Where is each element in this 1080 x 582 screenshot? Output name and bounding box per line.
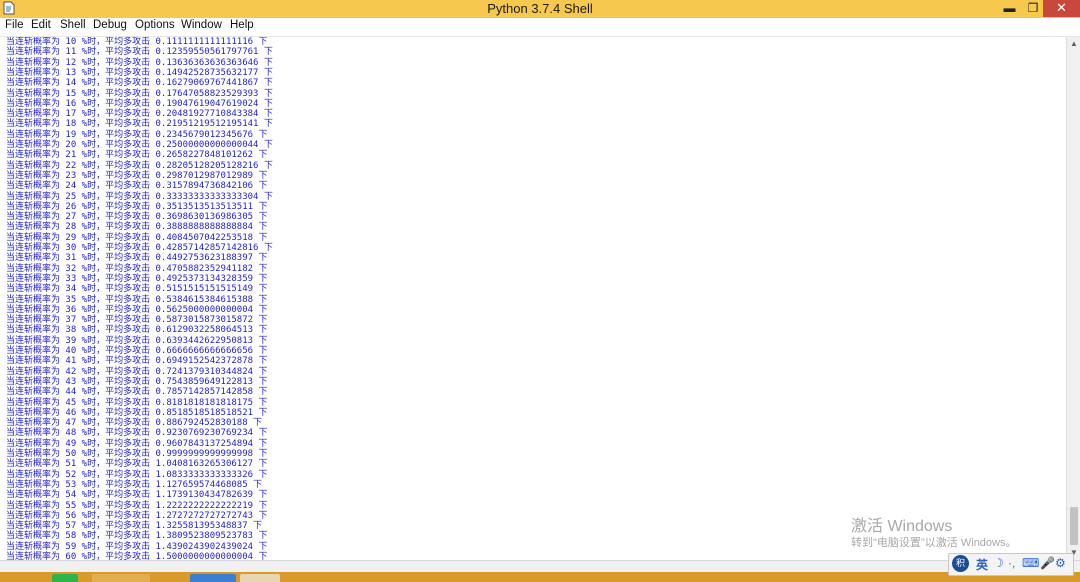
output-line: 当连斩概率为 54 %时，平均多攻击 1.1739130434782639 下 [6,490,268,501]
output-line: 当连斩概率为 29 %时，平均多攻击 0.4084507042253518 下 [6,232,268,243]
punctuation-icon[interactable]: ·, [1008,556,1015,570]
output-line: 当连斩概率为 24 %时，平均多攻击 0.3157894736842106 下 [6,181,268,192]
menu-debug[interactable]: Debug [93,19,127,31]
activation-watermark-title: 激活 Windows [851,518,953,535]
output-line: 当连斩概率为 10 %时，平均多攻击 0.1111111111111116 下 [6,37,268,47]
output-line: 当连斩概率为 59 %时，平均多攻击 1.4390243902439024 下 [6,541,268,552]
taskbar-app-green[interactable] [52,574,78,582]
output-line: 当连斩概率为 32 %时，平均多攻击 0.4705882352941182 下 [6,263,268,274]
output-line: 当连斩概率为 53 %时，平均多攻击 1.127659574468085 下 [6,479,263,490]
maximize-button[interactable]: ❐ [1023,0,1043,17]
output-line: 当连斩概率为 15 %时，平均多攻击 0.17647058823529393 下 [6,88,273,99]
output-line: 当连斩概率为 48 %时，平均多攻击 0.9230769230769234 下 [6,428,268,439]
window-title: Python 3.7.4 Shell [487,1,593,16]
output-line: 当连斩概率为 31 %时，平均多攻击 0.4492753623188397 下 [6,253,268,264]
output-line: 当连斩概率为 27 %时，平均多攻击 0.3698630136986305 下 [6,212,268,223]
output-line: 当连斩概率为 40 %时，平均多攻击 0.6666666666666656 下 [6,346,268,356]
vertical-scrollbar[interactable]: ▲ ▼ [1066,37,1080,560]
output-line: 当连斩概率为 52 %时，平均多攻击 1.0833333333333326 下 [6,469,268,480]
output-line: 当连斩概率为 43 %时，平均多攻击 0.7543859649122813 下 [6,376,268,387]
output-line: 当连斩概率为 45 %时，平均多攻击 0.8181818181818175 下 [6,397,268,408]
output-line: 当连斩概率为 30 %时，平均多攻击 0.42857142857142816 下 [6,243,273,253]
output-line: 当连斩概率为 14 %时，平均多攻击 0.16279069767441867 下 [6,78,273,89]
scroll-thumb[interactable] [1070,507,1078,545]
output-line: 当连斩概率为 49 %时，平均多攻击 0.9607843137254894 下 [6,438,268,449]
menu-bar: File Edit Shell Debug Options Window Hel… [0,18,1080,37]
output-line: 当连斩概率为 20 %时，平均多攻击 0.25000000000000044 下 [6,140,273,150]
output-line: 当连斩概率为 34 %时，平均多攻击 0.5151515151515149 下 [6,284,268,295]
output-line: 当连斩概率为 21 %时，平均多攻击 0.2658227848101262 下 [6,150,268,161]
half-width-icon[interactable]: ☽ [993,556,1004,570]
output-line: 当连斩概率为 37 %时，平均多攻击 0.5873015873015872 下 [6,315,268,326]
keyboard-icon[interactable]: ⌨ [1022,556,1039,570]
output-line: 当连斩概率为 16 %时，平均多攻击 0.19047619047619024 下 [6,98,273,109]
menu-options[interactable]: Options [135,19,175,31]
output-line: 当连斩概率为 17 %时，平均多攻击 0.20481927710843384 下 [6,109,273,120]
menu-shell[interactable]: Shell [60,19,86,31]
output-line: 当连斩概率为 55 %时，平均多攻击 1.2222222222222219 下 [6,500,268,511]
output-line: 当连斩概率为 22 %时，平均多攻击 0.28205128205128216 下 [6,160,273,171]
output-line: 当连斩概率为 35 %时，平均多攻击 0.5384615384615388 下 [6,294,268,305]
output-line: 当连斩概率为 18 %时，平均多攻击 0.21951219512195141 下 [6,119,273,130]
output-line: 当连斩概率为 26 %时，平均多攻击 0.3513513513513511 下 [6,201,268,212]
menu-edit[interactable]: Edit [31,19,51,31]
scroll-up-icon[interactable]: ▲ [1067,37,1080,51]
output-line: 当连斩概率为 60 %时，平均多攻击 1.5000000000000004 下 [6,552,268,560]
taskbar-app-active[interactable] [240,574,280,582]
output-line: 当连斩概率为 28 %时，平均多攻击 0.3888888888888884 下 [6,222,268,233]
settings-gear-icon[interactable]: ⚙ [1055,556,1066,570]
idle-shell-window: Python 3.7.4 Shell ▬ ❐ ✕ File Edit Shell… [0,0,1080,573]
close-button[interactable]: ✕ [1043,0,1080,17]
output-line: 当连斩概率为 25 %时，平均多攻击 0.33333333333333304 下 [6,191,273,202]
menu-window[interactable]: Window [181,19,222,31]
output-line: 当连斩概率为 57 %时，平均多攻击 1.325581395348837 下 [6,521,263,532]
taskbar-app-blue[interactable] [190,574,236,582]
output-line: 当连斩概率为 50 %时，平均多攻击 0.9999999999999998 下 [6,449,268,459]
output-line: 当连斩概率为 33 %时，平均多攻击 0.4925373134328359 下 [6,273,268,284]
minimize-button[interactable]: ▬ [996,0,1023,17]
ime-language-toggle[interactable]: 英 [976,556,988,573]
output-line: 当连斩概率为 58 %时，平均多攻击 1.3809523809523783 下 [6,531,268,542]
output-line: 当连斩概率为 38 %时，平均多攻击 0.6129032258064513 下 [6,325,268,336]
taskbar [0,572,1080,582]
ime-logo-icon[interactable]: 积 [952,555,969,572]
output-line: 当连斩概率为 23 %时，平均多攻击 0.2987012987012989 下 [6,170,268,181]
output-line: 当连斩概率为 39 %时，平均多攻击 0.6393442622950813 下 [6,335,268,346]
output-line: 当连斩概率为 47 %时，平均多攻击 0.886792452830188 下 [6,418,263,429]
output-line: 当连斩概率为 42 %时，平均多攻击 0.7241379310344824 下 [6,366,268,377]
output-line: 当连斩概率为 44 %时，平均多攻击 0.7857142857142858 下 [6,387,268,398]
output-line: 当连斩概率为 12 %时，平均多攻击 0.13636363636363646 下 [6,57,273,68]
activation-watermark-subtitle: 转到"电脑设置"以激活 Windows。 [851,537,1017,549]
title-bar[interactable]: Python 3.7.4 Shell ▬ ❐ ✕ [0,0,1080,18]
menu-file[interactable]: File [5,19,24,31]
output-line: 当连斩概率为 13 %时，平均多攻击 0.14942528735632177 下 [6,67,273,78]
output-line: 当连斩概率为 36 %时，平均多攻击 0.5625000000000004 下 [6,304,268,315]
menu-help[interactable]: Help [230,19,254,31]
output-line: 当连斩概率为 56 %时，平均多攻击 1.2727272727272743 下 [6,510,268,521]
output-line: 当连斩概率为 19 %时，平均多攻击 0.2345679012345676 下 [6,129,268,140]
taskbar-app[interactable] [92,574,150,582]
microphone-icon[interactable]: 🎤 [1040,556,1055,570]
ime-toolbar: 积 英 ☽ ·, ⌨ 🎤 ⚙ [948,553,1074,576]
output-line: 当连斩概率为 51 %时，平均多攻击 1.0408163265306127 下 [6,459,268,470]
output-line: 当连斩概率为 46 %时，平均多攻击 0.8518518518518521 下 [6,407,268,418]
output-line: 当连斩概率为 41 %时，平均多攻击 0.6949152542372878 下 [6,356,268,367]
shell-output-area[interactable]: 当连斩概率为 10 %时，平均多攻击 0.1111111111111116 下当… [0,37,1066,560]
output-line: 当连斩概率为 11 %时，平均多攻击 0.12359550561797761 下 [6,47,273,58]
